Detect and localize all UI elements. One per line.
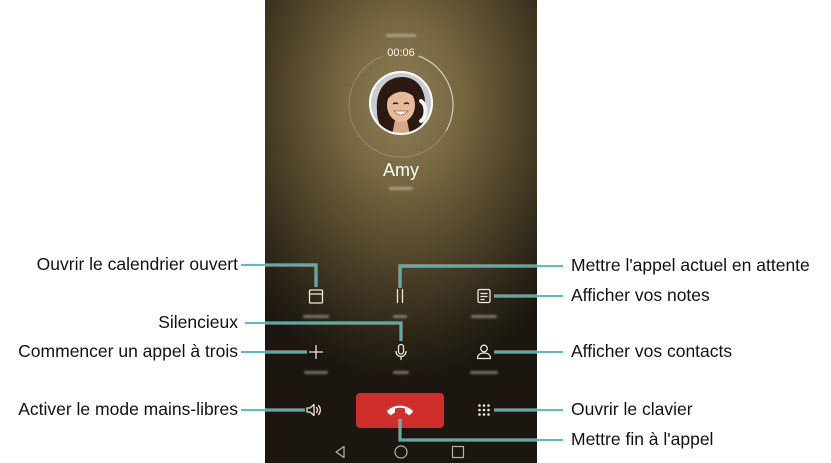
hang-up-icon	[387, 405, 413, 415]
contact-name: Amy	[383, 160, 419, 180]
blurred-caption-hold	[393, 315, 407, 318]
blurred-caption-mute	[393, 371, 409, 374]
back-triangle-icon[interactable]	[332, 444, 348, 460]
calendar-icon	[308, 289, 324, 304]
call-timer: 00:06	[387, 47, 415, 59]
contact-person-icon	[476, 344, 492, 360]
blurred-caption-contacts	[470, 371, 498, 374]
label-show-contacts: Afficher vos contacts	[571, 341, 733, 361]
label-speaker: Activer le mode mains-libres	[18, 399, 238, 419]
dialpad-button[interactable]	[466, 392, 502, 428]
pause-icon	[396, 288, 404, 304]
speaker-icon	[306, 403, 321, 417]
hold-button[interactable]	[382, 278, 418, 314]
contact-avatar	[369, 71, 433, 135]
label-end-call: Mettre fin à l'appel	[571, 429, 714, 449]
home-circle-icon[interactable]	[393, 444, 409, 460]
label-show-notes: Afficher vos notes	[571, 285, 710, 305]
notepad-button[interactable]	[466, 278, 502, 314]
blurred-caption-notepad	[471, 315, 497, 318]
label-hold-call: Mettre l'appel actuel en attente	[571, 255, 810, 275]
add-call-button[interactable]	[298, 334, 334, 370]
label-mute: Silencieux	[158, 312, 238, 332]
recents-square-icon[interactable]	[450, 444, 466, 460]
blurred-number-type	[389, 187, 413, 190]
calendar-button[interactable]	[298, 278, 334, 314]
speaker-button[interactable]	[296, 392, 332, 428]
label-open-dialpad: Ouvrir le clavier	[571, 399, 693, 419]
end-call-button[interactable]	[356, 393, 444, 428]
plus-icon	[308, 344, 324, 360]
blurred-call-status	[386, 34, 416, 37]
blurred-caption-calendar	[303, 315, 329, 318]
dialpad-icon	[478, 404, 490, 416]
label-add-call: Commencer un appel à trois	[18, 341, 238, 361]
notepad-icon	[477, 288, 491, 304]
in-call-screen: 00:06 Amy	[265, 0, 537, 463]
microphone-icon	[395, 343, 407, 361]
mute-button[interactable]	[383, 334, 419, 370]
label-open-calendar: Ouvrir le calendrier ouvert	[36, 254, 238, 274]
blurred-caption-add-call	[304, 371, 328, 374]
contacts-button[interactable]	[466, 334, 502, 370]
